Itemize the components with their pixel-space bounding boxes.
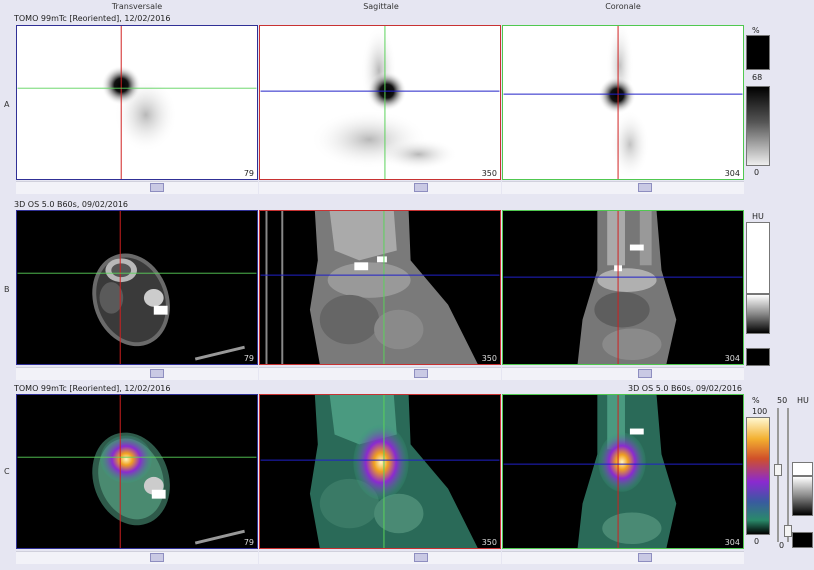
scroll-thumb[interactable] (414, 553, 428, 562)
colorbar-c-ct-top-block (792, 462, 813, 476)
column-header-transversale: Transversale (111, 2, 163, 11)
colorbar-b-top-block (746, 222, 770, 294)
scroll-thumb[interactable] (150, 369, 164, 378)
colorbar-b-unit: HU (752, 212, 764, 221)
viewport-a-coronal[interactable]: 304 (502, 25, 744, 180)
slice-number: 350 (481, 354, 497, 363)
viewport-c-transversal[interactable]: 79 (16, 394, 258, 549)
colorbar-c-max: 100 (752, 407, 768, 416)
slice-number: 79 (243, 538, 254, 547)
colorbar-a-top-block (746, 35, 770, 70)
colorbar-a-min: 0 (754, 168, 760, 177)
viewport-b-transversal[interactable]: 79 (16, 210, 258, 365)
viewport-b-coronal[interactable]: 304 (502, 210, 744, 365)
viewport-c-coronal[interactable]: 304 (502, 394, 744, 549)
colorbar-c-ct-gradient[interactable] (792, 476, 813, 516)
slice-scrollbar-a-sagittal[interactable] (259, 181, 501, 194)
slice-number: 304 (724, 354, 740, 363)
column-header-coronale: Coronale (605, 2, 641, 11)
blend-slider-knob[interactable] (774, 464, 782, 476)
row-b-series-title: 3D OS 5.0 B60s, 09/02/2016 (14, 200, 129, 209)
row-a-label: A (4, 100, 10, 109)
slice-scrollbar-b-sagittal[interactable] (259, 367, 501, 380)
slice-scrollbar-a-coronal[interactable] (502, 181, 744, 194)
scroll-thumb[interactable] (638, 183, 652, 192)
scroll-thumb[interactable] (638, 369, 652, 378)
scroll-thumb[interactable] (638, 553, 652, 562)
slice-number: 304 (724, 169, 740, 178)
scroll-thumb[interactable] (414, 183, 428, 192)
row-c-series-title-right: 3D OS 5.0 B60s, 09/02/2016 (628, 384, 743, 393)
row-a-series-title: TOMO 99mTc [Reoriented], 12/02/2016 (14, 14, 171, 23)
viewport-b-sagittal[interactable]: 350 (259, 210, 501, 365)
slice-number: 350 (481, 538, 497, 547)
blend-slider-knob-2[interactable] (784, 525, 792, 537)
colorbar-b-gradient[interactable] (746, 294, 770, 334)
row-b-label: B (4, 285, 10, 294)
slice-number: 79 (243, 354, 254, 363)
colorbar-c-ct-bottom-block (792, 532, 813, 548)
slice-number: 350 (481, 169, 497, 178)
scroll-thumb[interactable] (414, 369, 428, 378)
row-c-label: C (4, 467, 10, 476)
colorbar-a-max: 68 (752, 73, 763, 82)
slice-scrollbar-c-transversal[interactable] (16, 551, 258, 564)
blend-slider-track-2[interactable] (787, 408, 789, 542)
slice-number: 79 (243, 169, 254, 178)
colorbar-a-gradient[interactable] (746, 86, 770, 166)
blend-mix-label: 50 (777, 396, 788, 405)
colorbar-c-unit: % (752, 396, 760, 405)
viewport-c-sagittal[interactable]: 350 (259, 394, 501, 549)
colorbar-c-min2: 0 (779, 541, 785, 550)
row-c-series-title: TOMO 99mTc [Reoriented], 12/02/2016 (14, 384, 171, 393)
colorbar-b-bottom-block (746, 348, 770, 366)
slice-number: 304 (724, 538, 740, 547)
column-header-sagittale: Sagittale (363, 2, 399, 11)
colorbar-c-unit2: HU (797, 396, 809, 405)
viewport-a-sagittal[interactable]: 350 (259, 25, 501, 180)
colorbar-c-min: 0 (754, 537, 760, 546)
slice-scrollbar-b-transversal[interactable] (16, 367, 258, 380)
colorbar-c-fusion-gradient[interactable] (746, 417, 770, 535)
scroll-thumb[interactable] (150, 553, 164, 562)
slice-scrollbar-a-transversal[interactable] (16, 181, 258, 194)
slice-scrollbar-c-sagittal[interactable] (259, 551, 501, 564)
slice-scrollbar-b-coronal[interactable] (502, 367, 744, 380)
scroll-thumb[interactable] (150, 183, 164, 192)
colorbar-a-unit: % (752, 26, 760, 35)
slice-scrollbar-c-coronal[interactable] (502, 551, 744, 564)
viewport-a-transversal[interactable]: 79 (16, 25, 258, 180)
